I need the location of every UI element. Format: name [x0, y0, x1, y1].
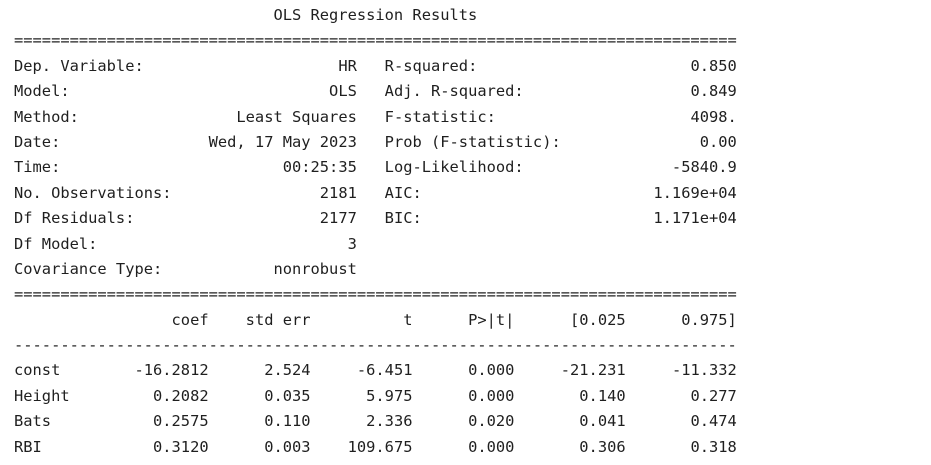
summary-right-label: R-squared: [384, 56, 478, 75]
results-title: OLS Regression Results [14, 6, 478, 24]
coef-cell: 0.140 [514, 386, 626, 405]
summary-left-label: No. Observations: [14, 183, 172, 202]
summary-left-label: Date: [14, 132, 61, 151]
summary-left-label: Model: [14, 82, 70, 101]
coef-cell: 0.003 [208, 437, 311, 456]
summary-row: Model: OLS Adj. R-squared: 0.849 [14, 79, 737, 104]
summary-right-value: 0.00 [560, 132, 737, 151]
coef-variable-name: RBI [14, 437, 107, 456]
summary-left-label: Covariance Type: [14, 259, 163, 278]
coef-header-cell: coef [106, 310, 209, 329]
coef-cell: 0.277 [625, 386, 737, 405]
summary-right-label: F-statistic: [384, 107, 496, 126]
summary-left-value: 00:25:35 [60, 158, 357, 177]
summary-left-value: Wed, 17 May 2023 [60, 132, 357, 151]
coef-table-row: const -16.2812 2.524 -6.451 0.000 -21.23… [14, 358, 737, 383]
coef-cell: 0.318 [625, 437, 737, 456]
coef-header-cell: [0.025 [514, 310, 626, 329]
coef-header-cell: 0.975] [625, 310, 737, 329]
summary-left-value: OLS [69, 82, 357, 101]
summary-right-label: Prob (F-statistic): [384, 132, 561, 151]
coef-header-blank [14, 311, 107, 329]
summary-row: Covariance Type: nonrobust [14, 257, 737, 282]
coef-header-cell: P>|t| [412, 310, 515, 329]
coef-cell: 0.3120 [106, 437, 209, 456]
summary-left-value: HR [143, 56, 357, 75]
coef-variable-name: Bats [14, 412, 107, 431]
coef-cell: 0.035 [208, 386, 311, 405]
summary-row: Method: Least Squares F-statistic: 4098. [14, 105, 737, 130]
coef-header-cell: t [310, 310, 413, 329]
coef-cell: -6.451 [310, 361, 413, 380]
coef-cell: 0.474 [625, 412, 737, 431]
summary-right-value: 4098. [495, 107, 737, 126]
coef-cell: 5.975 [310, 386, 413, 405]
summary-left-value: Least Squares [78, 107, 357, 126]
coef-cell: 0.306 [514, 437, 626, 456]
summary-row: Date: Wed, 17 May 2023 Prob (F-statistic… [14, 130, 737, 155]
summary-row: No. Observations: 2181 AIC: 1.169e+04 [14, 181, 737, 206]
summary-left-label: Method: [14, 107, 79, 126]
ols-regression-output: OLS Regression Results ==================… [14, 3, 737, 460]
coef-cell: 0.000 [412, 437, 515, 456]
summary-right-value: -5840.9 [523, 158, 737, 177]
middle-double-separator: ========================================… [14, 285, 737, 304]
coef-cell: -21.231 [514, 361, 626, 380]
summary-left-value: 2177 [134, 209, 357, 228]
coef-cell: -11.332 [625, 361, 737, 380]
summary-right-value: 1.169e+04 [421, 183, 737, 202]
coef-cell: 0.110 [208, 412, 311, 431]
summary-right-label: Adj. R-squared: [384, 82, 524, 101]
summary-right-value: 0.850 [477, 56, 737, 75]
coef-variable-name: Height [14, 386, 107, 405]
coef-cell: 0.020 [412, 412, 515, 431]
coef-table-row: Bats 0.2575 0.110 2.336 0.020 0.041 0.47… [14, 409, 737, 434]
summary-row: Dep. Variable: HR R-squared: 0.850 [14, 54, 737, 79]
coef-cell: 0.2082 [106, 386, 209, 405]
summary-right-label: BIC: [384, 209, 422, 228]
coef-cell: 2.524 [208, 361, 311, 380]
coef-cell: 0.2575 [106, 412, 209, 431]
model-summary-block: Dep. Variable: HR R-squared: 0.850 Model:… [14, 54, 737, 283]
coef-variable-name: const [14, 361, 107, 380]
coef-cell: -16.2812 [106, 361, 209, 380]
top-double-separator: ========================================… [14, 31, 737, 50]
summary-right-value: 0.849 [523, 82, 737, 101]
summary-row: Df Residuals: 2177 BIC: 1.171e+04 [14, 206, 737, 231]
summary-row: Df Model: 3 [14, 232, 737, 257]
coef-cell: 2.336 [310, 412, 413, 431]
coef-cell: 0.000 [412, 361, 515, 380]
coef-table-row: RBI 0.3120 0.003 109.675 0.000 0.306 0.3… [14, 435, 737, 460]
summary-left-label: Time: [14, 158, 61, 177]
coef-cell: 109.675 [310, 437, 413, 456]
coef-header-row: coef std err t P>|t| [0.025 0.975] [14, 308, 737, 333]
coef-header-cell: std err [208, 310, 311, 329]
coef-table-row: Height 0.2082 0.035 5.975 0.000 0.140 0.… [14, 384, 737, 409]
summary-left-label: Df Model: [14, 234, 98, 253]
summary-right-label: Log-Likelihood: [384, 158, 524, 177]
summary-left-value: 3 [97, 234, 357, 253]
summary-left-label: Dep. Variable: [14, 56, 144, 75]
header-single-separator: ----------------------------------------… [14, 336, 737, 355]
summary-row: Time: 00:25:35 Log-Likelihood: -5840.9 [14, 155, 737, 180]
coef-table-body: const -16.2812 2.524 -6.451 0.000 -21.23… [14, 358, 737, 460]
summary-left-label: Df Residuals: [14, 209, 135, 228]
summary-left-value: 2181 [171, 183, 357, 202]
summary-left-value: nonrobust [162, 259, 357, 278]
coef-cell: 0.000 [412, 386, 515, 405]
coef-cell: 0.041 [514, 412, 626, 431]
summary-right-value: 1.171e+04 [421, 209, 737, 228]
summary-right-label: AIC: [384, 183, 422, 202]
